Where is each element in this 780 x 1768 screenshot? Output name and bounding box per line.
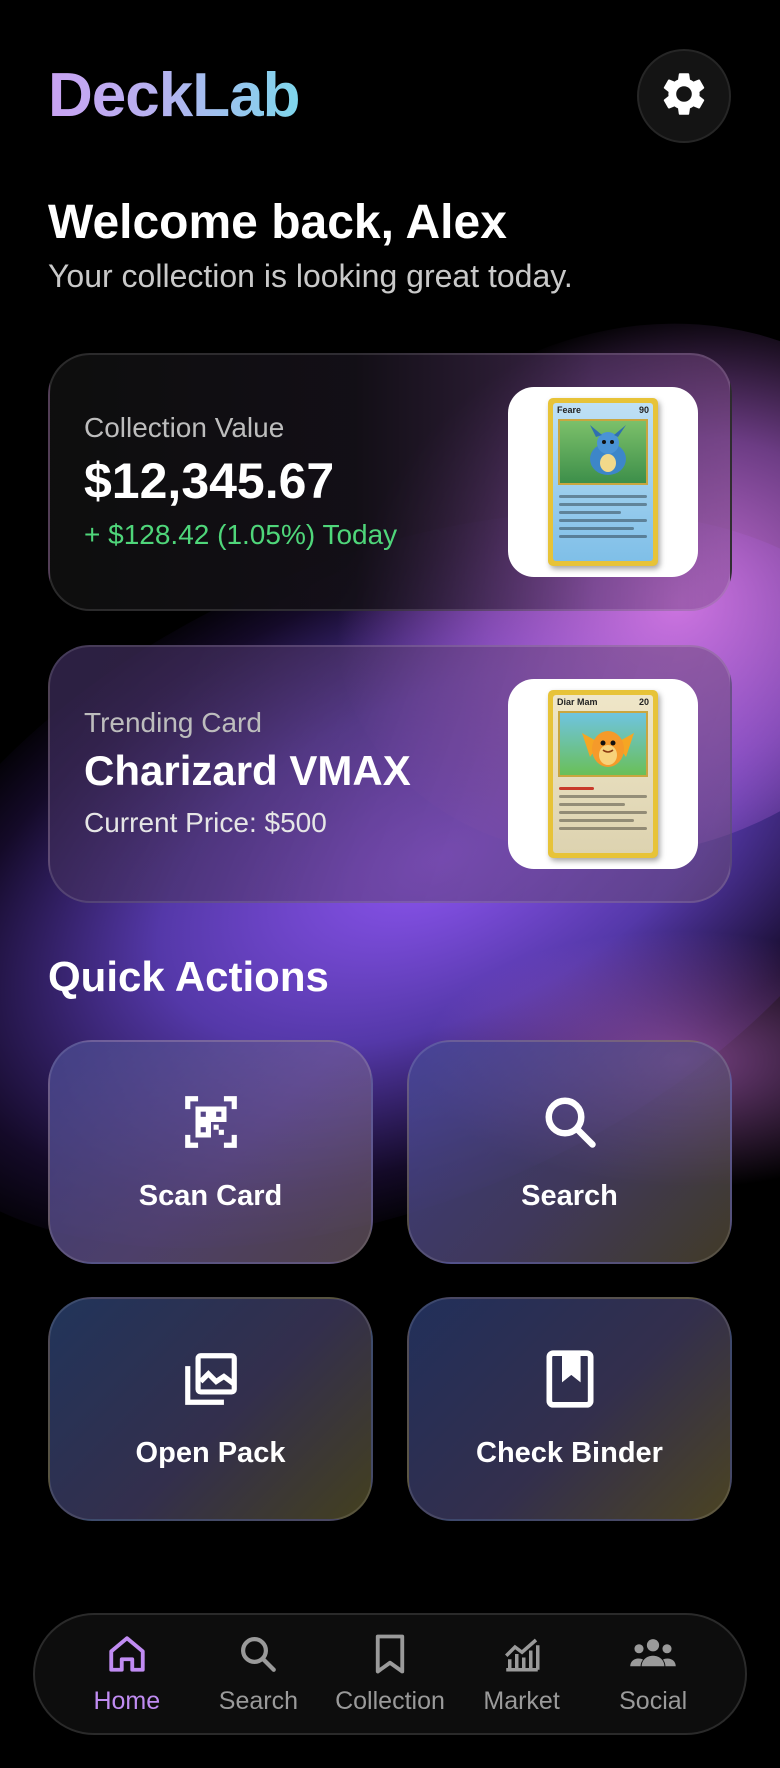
trending-card-name: Charizard VMAX [84, 747, 411, 794]
gear-icon [658, 68, 710, 125]
nav-search-label: Search [218, 1686, 298, 1715]
scan-card-button[interactable]: Scan Card [48, 1040, 373, 1264]
nav-collection-label: Collection [335, 1686, 445, 1715]
app-logo: DeckLab [48, 61, 300, 130]
trending-card-price: Current Price: $500 [84, 807, 327, 838]
collection-value-card[interactable]: Collection Value $12,345.67 + $128.42 (1… [48, 353, 732, 611]
trending-card-label: Trending Card [84, 707, 262, 738]
bottom-nav: Home Search Collection Market Social [33, 1613, 747, 1735]
nav-collection[interactable]: Collection [330, 1633, 450, 1716]
pokemon-card-image: Feare 90 [548, 398, 658, 566]
trending-card-thumbnail: Diar Mam 20 [508, 679, 698, 869]
card-hp-text: 20 [638, 697, 649, 707]
chart-icon [501, 1633, 543, 1680]
collection-value-amount: $12,345.67 [84, 453, 335, 509]
open-pack-button[interactable]: Open Pack [48, 1297, 373, 1521]
nav-home-label: Home [93, 1686, 161, 1715]
trending-card-panel[interactable]: Trending Card Charizard VMAX Current Pri… [48, 645, 732, 903]
collection-card-thumbnail: Feare 90 [508, 387, 698, 577]
search-icon [540, 1092, 600, 1157]
nav-search[interactable]: Search [198, 1633, 318, 1716]
home-icon [106, 1633, 148, 1680]
search-button[interactable]: Search [407, 1040, 732, 1264]
nav-market[interactable]: Market [462, 1633, 582, 1716]
check-binder-label: Check Binder [476, 1436, 663, 1469]
nav-social[interactable]: Social [593, 1633, 713, 1716]
pokemon-card-image: Diar Mam 20 [548, 690, 658, 858]
settings-button[interactable] [637, 49, 731, 143]
page-subtitle: Your collection is looking great today. [48, 258, 573, 294]
bookmark-book-icon [544, 1348, 596, 1415]
quick-actions-title: Quick Actions [48, 953, 329, 1000]
card-name-text: Diar Mam [557, 697, 598, 707]
scan-card-label: Scan Card [138, 1179, 283, 1212]
bookmark-icon [372, 1633, 408, 1680]
check-binder-button[interactable]: Check Binder [407, 1297, 732, 1521]
open-pack-label: Open Pack [135, 1436, 286, 1469]
collection-value-change: + $128.42 (1.05%) Today [84, 519, 398, 550]
qr-scan-icon [180, 1091, 242, 1158]
collection-value-label: Collection Value [84, 412, 285, 443]
people-icon [628, 1633, 678, 1680]
search-label: Search [521, 1179, 618, 1212]
search-icon [237, 1633, 279, 1680]
nav-social-label: Social [619, 1686, 688, 1715]
nav-market-label: Market [483, 1686, 560, 1715]
card-name-text: Feare [557, 405, 582, 415]
nav-home[interactable]: Home [67, 1633, 187, 1716]
card-hp-text: 90 [638, 405, 649, 415]
photo-stack-icon [180, 1348, 242, 1415]
page-title: Welcome back, Alex [48, 196, 507, 249]
